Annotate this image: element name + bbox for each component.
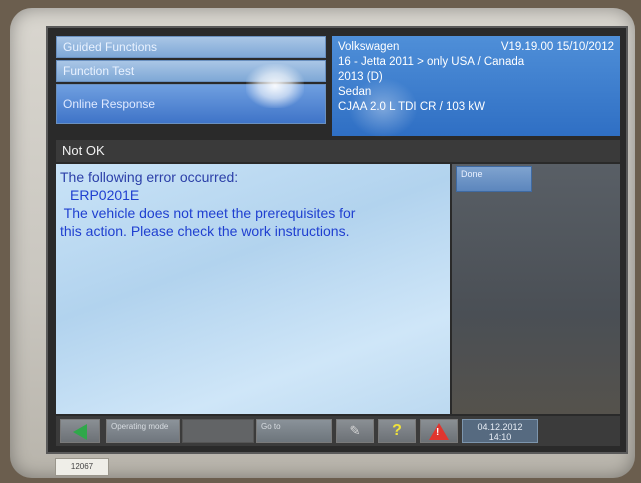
go-to-button[interactable]: Go to bbox=[256, 419, 332, 443]
vehicle-brand: Volkswagen bbox=[338, 41, 400, 53]
blank-toolbar-slot bbox=[182, 419, 254, 443]
nav-item-function-test[interactable]: Function Test bbox=[56, 60, 326, 82]
back-button[interactable] bbox=[60, 419, 100, 443]
software-version: V19.19.00 15/10/2012 bbox=[500, 41, 614, 53]
clock-time: 14:10 bbox=[488, 432, 512, 442]
device-tag-label: 12067 bbox=[55, 458, 109, 476]
back-arrow-icon bbox=[73, 424, 87, 440]
warning-mark: ! bbox=[436, 427, 440, 438]
error-description-line1: The vehicle does not meet the prerequisi… bbox=[60, 205, 356, 221]
error-code: ERP0201E bbox=[70, 187, 140, 203]
tools-button[interactable]: ✎ bbox=[336, 419, 374, 443]
clock-display: 04.12.2012 14:10 bbox=[462, 419, 538, 443]
error-description-line2: this action. Please check the work instr… bbox=[60, 223, 350, 239]
vehicle-body: Sedan bbox=[338, 86, 372, 98]
bottom-toolbar: Operating mode Go to ✎ ? ! 04.12.2012 14… bbox=[56, 416, 620, 446]
diagnostic-screen: Guided Functions Function Test Online Re… bbox=[46, 26, 628, 454]
side-action-panel: Done bbox=[452, 164, 620, 414]
nav-item-guided-functions[interactable]: Guided Functions bbox=[56, 36, 326, 58]
vehicle-model: 16 - Jetta 2011 > only USA / Canada bbox=[338, 56, 525, 68]
nav-item-online-response[interactable]: Online Response bbox=[56, 84, 326, 124]
error-message-panel: The following error occurred: ERP0201E T… bbox=[56, 164, 450, 414]
vehicle-engine: CJAA 2.0 L TDI CR / 103 kW bbox=[338, 101, 485, 113]
done-button[interactable]: Done bbox=[456, 166, 532, 192]
clock-date: 04.12.2012 bbox=[477, 422, 523, 432]
vehicle-info-panel: Volkswagen V19.19.00 15/10/2012 16 - Jet… bbox=[332, 36, 620, 136]
wrench-icon: ✎ bbox=[349, 423, 361, 438]
warning-button[interactable]: ! bbox=[420, 419, 458, 443]
vehicle-brand-row: Volkswagen V19.19.00 15/10/2012 bbox=[338, 40, 614, 55]
status-bar: Not OK bbox=[56, 140, 620, 162]
vehicle-year: 2013 (D) bbox=[338, 71, 383, 83]
operating-mode-button[interactable]: Operating mode bbox=[106, 419, 180, 443]
function-nav: Guided Functions Function Test Online Re… bbox=[56, 36, 326, 136]
help-button[interactable]: ? bbox=[378, 419, 416, 443]
help-icon: ? bbox=[392, 422, 402, 439]
error-lead-text: The following error occurred: bbox=[60, 169, 239, 185]
